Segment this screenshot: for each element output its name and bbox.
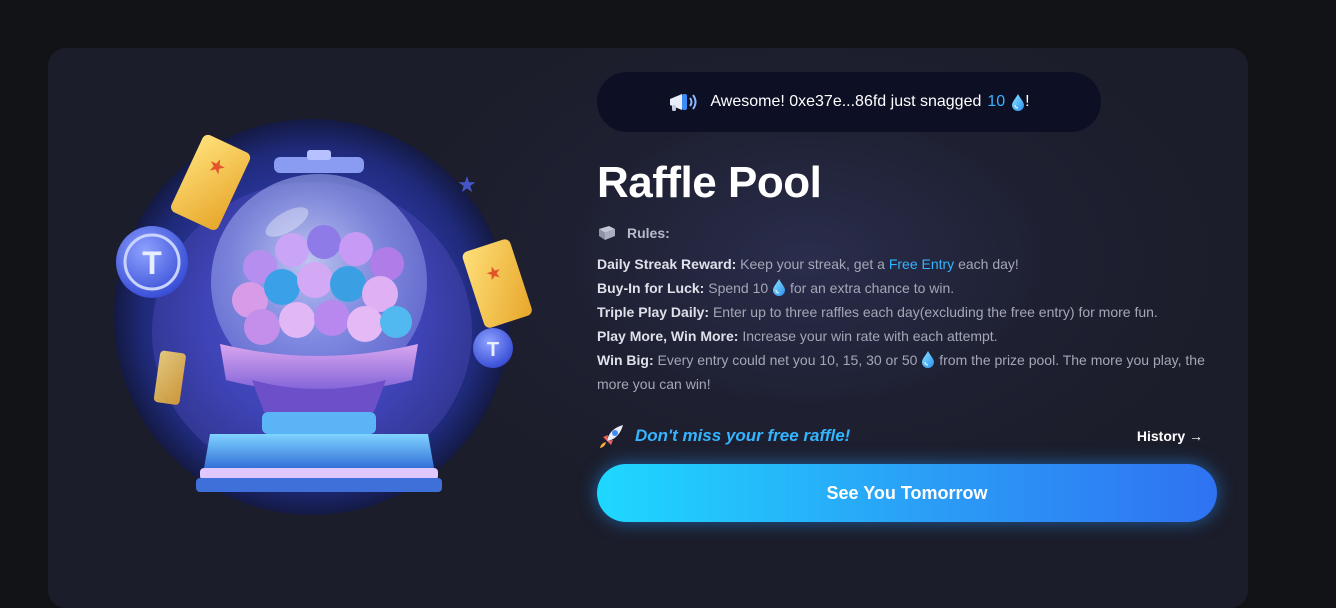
ticker-text: Awesome! 0xe37e...86fd just snagged — [710, 93, 982, 110]
book-icon — [599, 226, 615, 240]
rule-label: Daily Streak Reward: — [597, 256, 737, 272]
rule-item: Win Big: Every entry could net you 10, 1… — [597, 348, 1207, 396]
promo-row: Don't miss your free raffle! History → — [597, 420, 1203, 452]
rules-label: Rules: — [627, 225, 670, 241]
rules-heading: Rules: — [597, 224, 670, 242]
see-you-tomorrow-button[interactable]: See You Tomorrow — [597, 464, 1217, 522]
rule-item: Daily Streak Reward: Keep your streak, g… — [597, 252, 1207, 276]
water-drop-icon — [1011, 94, 1025, 111]
page-title: Raffle Pool — [597, 158, 822, 207]
history-link[interactable]: History → — [1137, 428, 1203, 444]
rule-item: Play More, Win More: Increase your win r… — [597, 324, 1207, 348]
rule-text: Every entry could net you 10, 15, 30 or … — [653, 352, 922, 368]
gumball-machine-illustration: ★ ★ ★ T T — [112, 112, 532, 532]
rule-label: Play More, Win More: — [597, 328, 739, 344]
rule-item: Buy-In for Luck: Spend 10 for an extra c… — [597, 276, 1207, 300]
svg-text:★: ★ — [457, 172, 477, 197]
winner-ticker: Awesome! 0xe37e...86fd just snagged 10 ! — [597, 72, 1101, 132]
rule-text: each day! — [954, 256, 1019, 272]
rule-label: Buy-In for Luck: — [597, 280, 705, 296]
rules-list: Daily Streak Reward: Keep your streak, g… — [597, 252, 1207, 396]
rule-item: Triple Play Daily: Enter up to three raf… — [597, 300, 1207, 324]
svg-text:T: T — [142, 245, 162, 281]
promo-text: Don't miss your free raffle! — [635, 426, 851, 445]
rule-label: Triple Play Daily: — [597, 304, 710, 320]
rule-text: Enter up to three raffles each day(exclu… — [709, 304, 1158, 320]
water-drop-icon — [772, 279, 786, 296]
megaphone-icon — [670, 94, 697, 111]
free-entry-highlight: Free Entry — [888, 256, 955, 272]
rule-label: Win Big: — [597, 352, 654, 368]
free-raffle-promo: Don't miss your free raffle! — [597, 421, 850, 451]
svg-text:T: T — [487, 339, 499, 361]
rule-text: for an extra chance to win. — [786, 280, 955, 296]
rule-text: Increase your win rate with each attempt… — [738, 328, 998, 344]
raffle-pool-card: ★ ★ ★ T T Awesome! 0xe37e...86fd just sn… — [48, 48, 1248, 608]
ticker-suffix: ! — [1025, 93, 1030, 110]
rule-text: Spend 10 — [704, 280, 773, 296]
water-drop-icon — [921, 351, 935, 368]
rule-text: Keep your streak, get a — [736, 256, 889, 272]
ticker-amount: 10 — [987, 93, 1006, 110]
rocket-icon — [600, 425, 623, 448]
